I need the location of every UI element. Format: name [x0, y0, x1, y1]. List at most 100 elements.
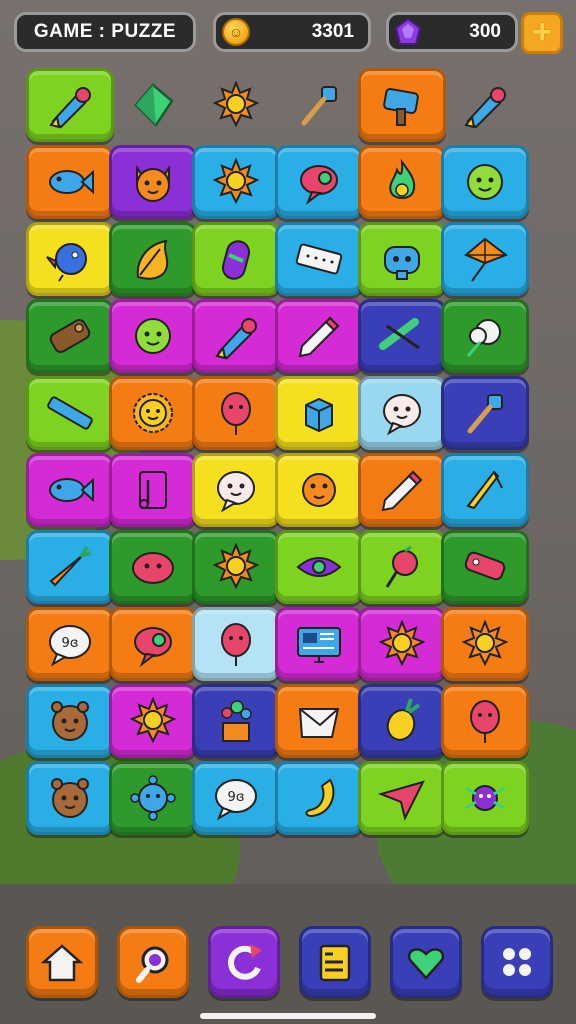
puzzle-tile[interactable]	[192, 453, 280, 527]
home-button[interactable]	[26, 926, 98, 998]
ruler-icon	[47, 396, 93, 430]
puzzle-tile[interactable]	[192, 299, 280, 373]
heart-icon	[407, 948, 445, 980]
puzzle-tile[interactable]	[358, 299, 446, 373]
puzzle-tile[interactable]	[358, 453, 446, 527]
blob-icon	[132, 552, 174, 584]
puzzle-tile[interactable]	[441, 299, 529, 373]
puzzle-tile[interactable]	[358, 376, 446, 450]
screen-icon	[297, 627, 341, 663]
puzzle-tile[interactable]	[192, 607, 280, 681]
puzzle-tile[interactable]	[26, 761, 114, 835]
puzzle-tile[interactable]	[275, 68, 363, 142]
puzzle-tile[interactable]	[26, 684, 114, 758]
puzzle-tile[interactable]	[192, 222, 280, 296]
puzzle-tile[interactable]	[109, 607, 197, 681]
game-title: GAME : PUZZE	[14, 12, 196, 52]
flame-icon	[389, 158, 416, 199]
puzzle-tile[interactable]	[275, 607, 363, 681]
puzzle-tile[interactable]	[275, 684, 363, 758]
sun-icon	[212, 543, 260, 590]
puzzle-tile[interactable]	[109, 376, 197, 450]
robot-icon	[384, 246, 420, 280]
plant-icon	[221, 700, 252, 742]
puzzle-tile[interactable]	[26, 453, 114, 527]
rocket-icon	[464, 87, 506, 129]
puzzle-tile[interactable]	[441, 145, 529, 219]
puzzle-tile[interactable]	[109, 530, 197, 604]
puzzle-tile[interactable]	[275, 761, 363, 835]
carrot-icon	[49, 545, 92, 587]
puzzle-tile[interactable]	[358, 222, 446, 296]
puzzle-tile[interactable]	[441, 222, 529, 296]
gem-counter[interactable]: 300	[386, 12, 518, 52]
puzzle-tile[interactable]	[109, 145, 197, 219]
puzzle-tile[interactable]	[26, 530, 114, 604]
more-button[interactable]	[481, 926, 553, 998]
puzzle-tile[interactable]	[275, 299, 363, 373]
chat-icon: 9ɞ	[215, 779, 257, 821]
balloon-icon	[221, 623, 251, 666]
puzzle-tile[interactable]	[109, 684, 197, 758]
puzzle-tile[interactable]	[109, 222, 197, 296]
bubble-icon	[134, 627, 172, 667]
balloon-icon	[470, 700, 500, 743]
tape-icon	[295, 243, 343, 275]
kite-icon	[464, 237, 509, 282]
puzzle-tile[interactable]	[275, 453, 363, 527]
puzzle-tile[interactable]	[441, 761, 529, 835]
puzzle-tile[interactable]: 9ɞ	[192, 761, 280, 835]
puzzle-tile[interactable]	[358, 684, 446, 758]
puzzle-tile[interactable]: 9ɞ	[26, 607, 114, 681]
cat-icon	[136, 164, 170, 202]
fish-icon	[49, 169, 94, 195]
puzzle-tile[interactable]	[26, 222, 114, 296]
puzzle-tile[interactable]	[441, 376, 529, 450]
puzzle-tile[interactable]	[26, 145, 114, 219]
puzzle-tile[interactable]	[358, 145, 446, 219]
puzzle-tile[interactable]	[275, 530, 363, 604]
hammer-icon	[383, 88, 419, 126]
puzzle-tile[interactable]	[358, 68, 446, 142]
puzzle-tile[interactable]	[26, 68, 114, 142]
dots-icon	[503, 948, 531, 976]
puzzle-tile[interactable]	[192, 684, 280, 758]
puzzle-tile[interactable]	[109, 68, 197, 142]
coin-value: 3301	[311, 21, 354, 42]
coin-counter[interactable]: ☺ 3301	[213, 12, 371, 52]
plane-icon	[377, 780, 425, 821]
refresh-button[interactable]	[208, 926, 280, 998]
gem-value: 300	[469, 21, 501, 42]
puzzle-tile[interactable]	[109, 761, 197, 835]
puzzle-tile[interactable]	[192, 530, 280, 604]
puzzle-tile[interactable]	[26, 299, 114, 373]
puzzle-tile[interactable]	[441, 453, 529, 527]
brush-icon	[301, 86, 337, 126]
favorites-button[interactable]	[390, 926, 462, 998]
search-button[interactable]	[117, 926, 189, 998]
puzzle-tile[interactable]	[192, 68, 280, 142]
puzzle-tile[interactable]	[358, 761, 446, 835]
puzzle-tile[interactable]	[109, 453, 197, 527]
puzzle-tile[interactable]	[26, 376, 114, 450]
inventory-button[interactable]	[299, 926, 371, 998]
puzzle-tile[interactable]	[275, 222, 363, 296]
puzzle-tile[interactable]	[358, 530, 446, 604]
add-currency-button[interactable]: +	[521, 12, 563, 54]
puzzle-tile[interactable]	[192, 376, 280, 450]
balloon-icon	[221, 392, 251, 435]
banana-icon	[305, 778, 335, 818]
puzzle-tile[interactable]	[441, 607, 529, 681]
bird-icon	[46, 243, 87, 282]
search-icon	[136, 946, 169, 983]
puzzle-tile[interactable]	[441, 68, 529, 142]
puzzle-tile[interactable]	[275, 376, 363, 450]
puzzle-tile[interactable]	[358, 607, 446, 681]
puzzle-tile[interactable]	[441, 684, 529, 758]
puzzle-tile[interactable]	[109, 299, 197, 373]
puzzle-tile[interactable]	[192, 145, 280, 219]
svg-text:9ɞ: 9ɞ	[228, 790, 245, 805]
puzzle-tile[interactable]	[275, 145, 363, 219]
puzzle-tile[interactable]	[441, 530, 529, 604]
sun-icon	[461, 620, 509, 667]
